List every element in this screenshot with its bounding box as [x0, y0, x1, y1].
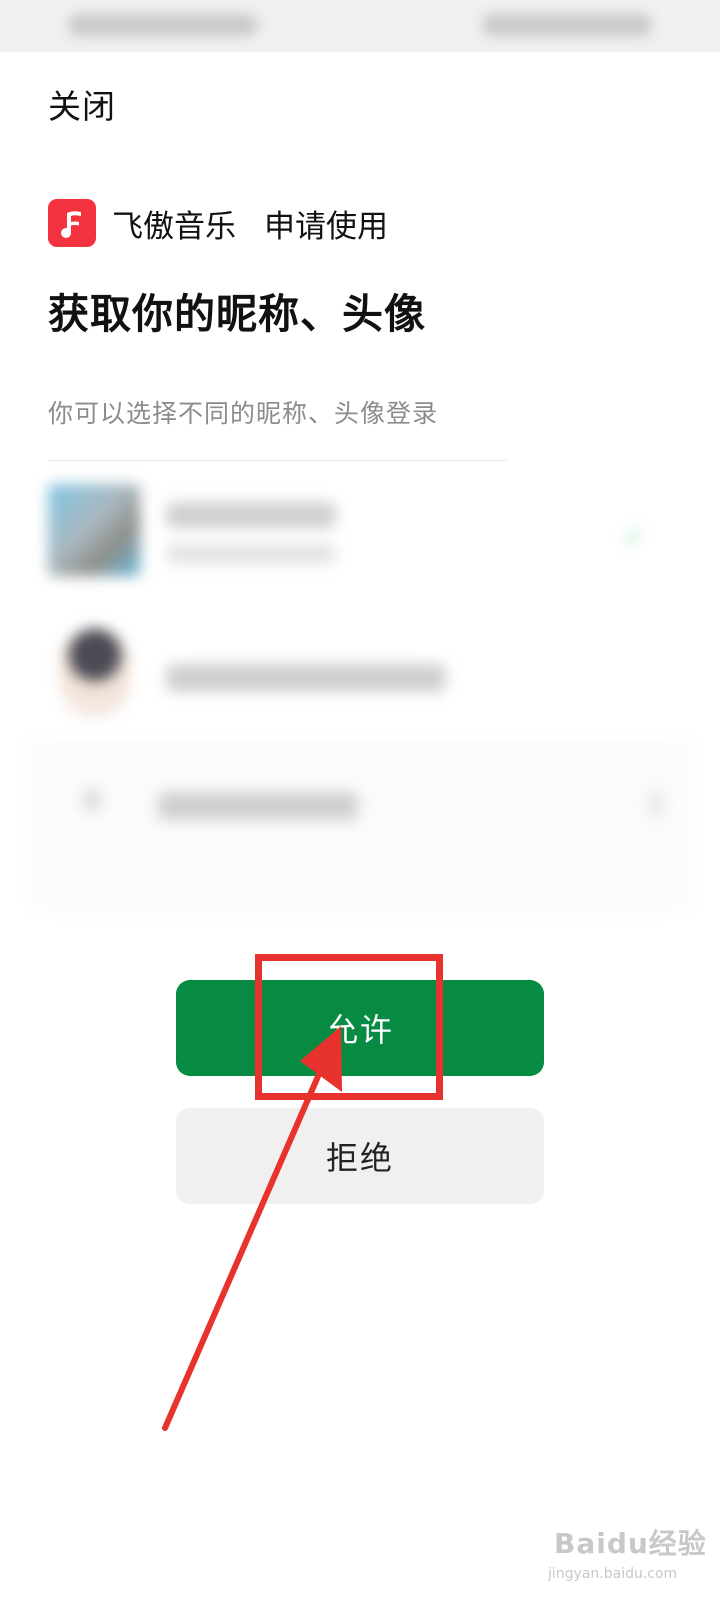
account-name-blurred[interactable]: [166, 502, 336, 528]
watermark-url: jingyan.baidu.com: [548, 1566, 678, 1582]
chevron-right-icon: [650, 792, 662, 816]
deny-button[interactable]: 拒绝: [176, 1108, 544, 1204]
watermark-logo: Baidu经验 jingyan.baidu.com: [548, 1522, 708, 1592]
status-bar: [0, 0, 720, 52]
avatar[interactable]: [48, 484, 140, 576]
page-title: 获取你的昵称、头像: [48, 290, 426, 338]
account-name-blurred[interactable]: [166, 664, 446, 692]
divider: [48, 460, 508, 461]
app-name: 飞傲音乐: [112, 208, 236, 245]
background-card: [30, 740, 690, 910]
plus-icon: [82, 790, 102, 810]
annotation-highlight-box: [255, 954, 443, 1100]
new-profile-option-blurred[interactable]: [158, 792, 358, 820]
page-subtitle: 你可以选择不同的昵称、头像登录: [48, 399, 439, 428]
account-sub-blurred: [166, 544, 336, 564]
request-text: 申请使用: [264, 208, 388, 245]
music-note-icon: [48, 199, 96, 247]
avatar[interactable]: [60, 628, 130, 718]
check-icon: ✓: [622, 520, 646, 553]
watermark-brand: Baidu经验: [554, 1527, 707, 1560]
authorization-page: 关闭 飞傲音乐 申请使用 获取你的昵称、头像 你可以选择不同的昵称、头像登录 ✓…: [0, 0, 720, 1600]
close-button[interactable]: 关闭: [48, 80, 116, 128]
app-request-row: 飞傲音乐 申请使用: [48, 198, 388, 248]
